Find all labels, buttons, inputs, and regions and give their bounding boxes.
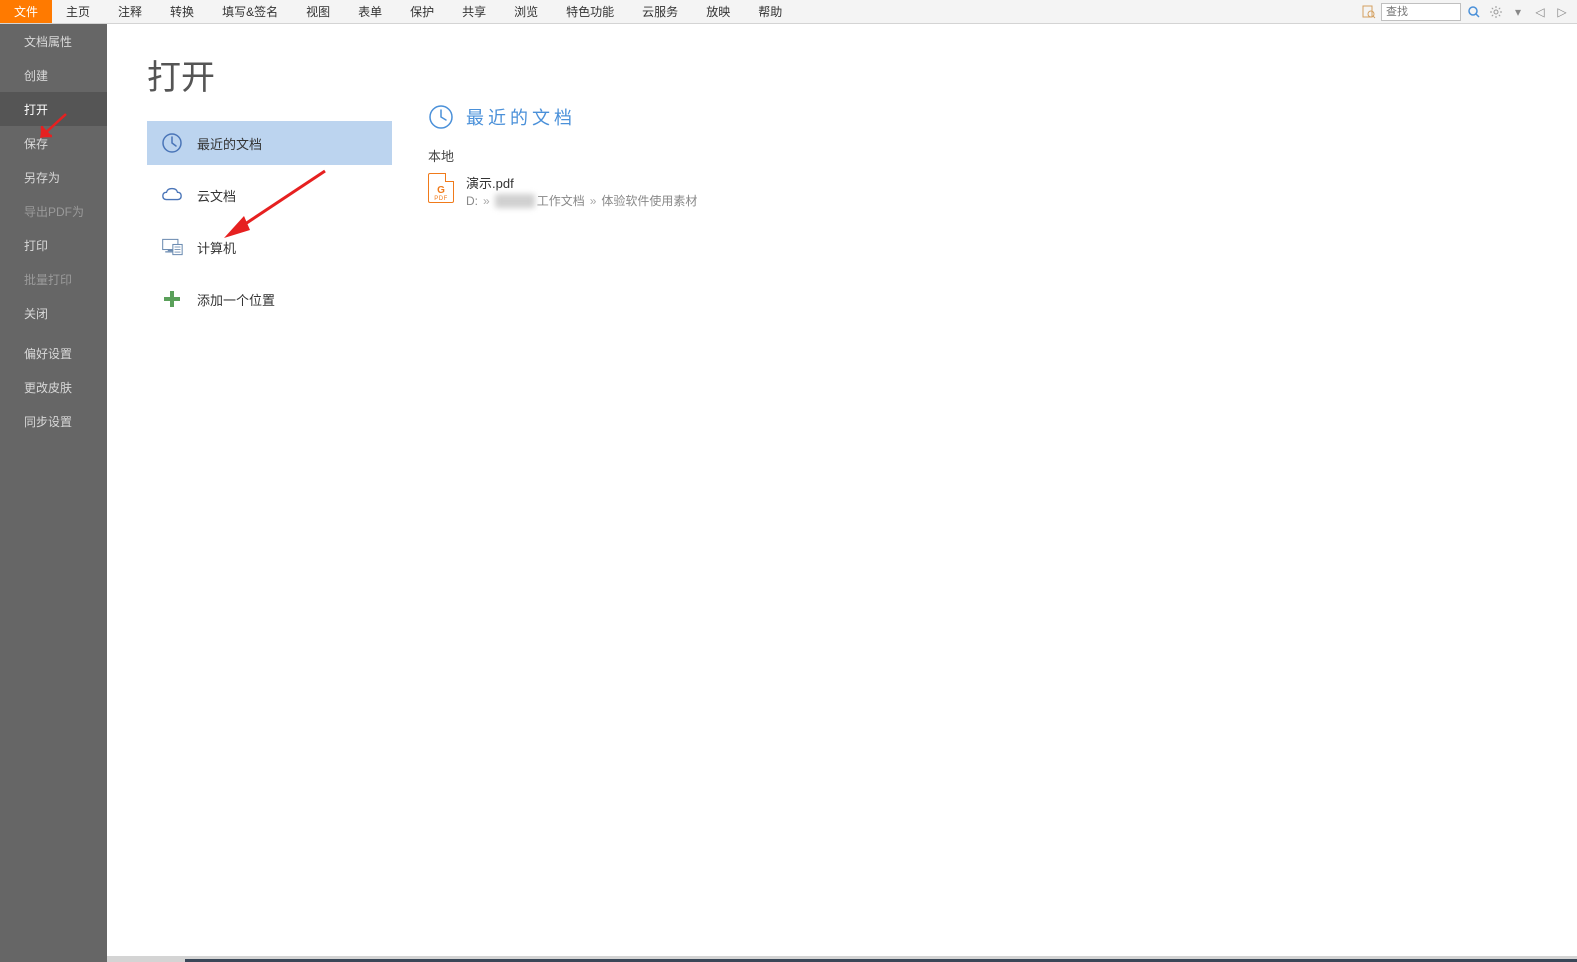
settings-icon[interactable] xyxy=(1487,3,1505,21)
source-cloud[interactable]: 云文档 xyxy=(147,173,392,217)
menu-tab-slideshow[interactable]: 放映 xyxy=(692,0,744,23)
source-recent[interactable]: 最近的文档 xyxy=(147,121,392,165)
sidebar-item-syncsettings[interactable]: 同步设置 xyxy=(0,404,107,438)
menu-tab-cloud[interactable]: 云服务 xyxy=(628,0,692,23)
sidebar-item-close[interactable]: 关闭 xyxy=(0,296,107,330)
sidebar-item-preferences[interactable]: 偏好设置 xyxy=(0,336,107,370)
page-title: 打开 xyxy=(147,50,392,99)
menubar-right: ▾ ◁ ▷ xyxy=(1361,0,1577,23)
source-label: 最近的文档 xyxy=(197,134,262,153)
sidebar-item-create[interactable]: 创建 xyxy=(0,58,107,92)
computer-icon xyxy=(161,236,183,258)
file-path: D:» xxxx 工作文档» 体验软件使用素材 xyxy=(466,192,697,209)
source-label: 添加一个位置 xyxy=(197,290,275,309)
menu-tab-browse[interactable]: 浏览 xyxy=(500,0,552,23)
menu-tab-home[interactable]: 主页 xyxy=(52,0,104,23)
menu-tab-comment[interactable]: 注释 xyxy=(104,0,156,23)
menu-tab-view[interactable]: 视图 xyxy=(292,0,344,23)
menu-tab-share[interactable]: 共享 xyxy=(448,0,500,23)
source-label: 计算机 xyxy=(197,238,236,257)
file-name: 演示.pdf xyxy=(466,173,697,192)
sidebar: 文档属性 创建 打开 保存 另存为 导出PDF为 打印 批量打印 关闭 偏好设置… xyxy=(0,24,107,962)
section-label-local: 本地 xyxy=(428,146,1577,165)
dropdown-icon[interactable]: ▾ xyxy=(1509,3,1527,21)
recent-file-row[interactable]: G PDF 演示.pdf D:» xxxx 工作文档» 体验软件使用素材 xyxy=(428,171,1577,211)
menu-tab-form[interactable]: 表单 xyxy=(344,0,396,23)
pdf-file-icon: G PDF xyxy=(428,173,454,203)
sidebar-item-batchprint[interactable]: 批量打印 xyxy=(0,262,107,296)
open-sources-panel: 打开 最近的文档 云文档 计算机 添加一个位置 xyxy=(107,24,392,962)
content-header-title: 最近的文档 xyxy=(466,104,576,130)
menu-tab-protect[interactable]: 保护 xyxy=(396,0,448,23)
source-addlocation[interactable]: 添加一个位置 xyxy=(147,277,392,321)
sidebar-item-docprops[interactable]: 文档属性 xyxy=(0,24,107,58)
menu-tab-features[interactable]: 特色功能 xyxy=(552,0,628,23)
nav-next-icon[interactable]: ▷ xyxy=(1553,3,1571,21)
source-label: 云文档 xyxy=(197,186,236,205)
content-header: 最近的文档 xyxy=(428,104,1577,130)
sidebar-item-changeskin[interactable]: 更改皮肤 xyxy=(0,370,107,404)
clock-icon xyxy=(428,104,454,130)
file-info: 演示.pdf D:» xxxx 工作文档» 体验软件使用素材 xyxy=(466,173,697,209)
sidebar-item-saveas[interactable]: 另存为 xyxy=(0,160,107,194)
nav-prev-icon[interactable]: ◁ xyxy=(1531,3,1549,21)
clock-icon xyxy=(161,132,183,154)
cloud-icon xyxy=(161,184,183,206)
plus-icon xyxy=(161,288,183,310)
menu-tab-fillsign[interactable]: 填写&签名 xyxy=(208,0,292,23)
menu-tab-file[interactable]: 文件 xyxy=(0,0,52,23)
source-computer[interactable]: 计算机 xyxy=(147,225,392,269)
search-button[interactable] xyxy=(1465,3,1483,21)
menu-tab-convert[interactable]: 转换 xyxy=(156,0,208,23)
bottom-border xyxy=(107,956,1577,962)
menu-tab-help[interactable]: 帮助 xyxy=(744,0,796,23)
sidebar-item-exportpdf[interactable]: 导出PDF为 xyxy=(0,194,107,228)
content-panel: 最近的文档 本地 G PDF 演示.pdf D:» xxxx 工作文档» 体验软… xyxy=(392,24,1577,962)
sidebar-item-print[interactable]: 打印 xyxy=(0,228,107,262)
menubar: 文件 主页 注释 转换 填写&签名 视图 表单 保护 共享 浏览 特色功能 云服… xyxy=(0,0,1577,24)
search-input[interactable] xyxy=(1381,3,1461,21)
sidebar-item-open[interactable]: 打开 xyxy=(0,92,107,126)
sidebar-item-save[interactable]: 保存 xyxy=(0,126,107,160)
search-page-icon[interactable] xyxy=(1361,4,1377,20)
